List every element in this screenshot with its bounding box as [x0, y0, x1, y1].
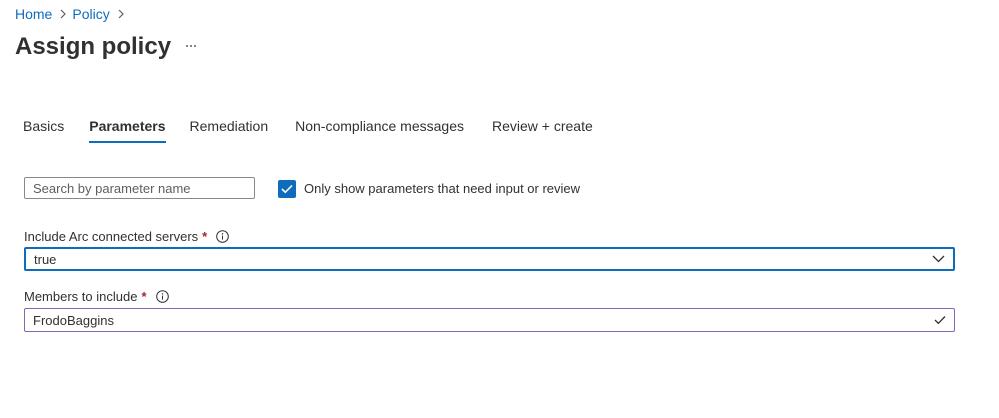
members-to-include-label: Members to include: [24, 289, 138, 304]
include-arc-servers-label-row: Include Arc connected servers *: [24, 228, 230, 245]
checkmark-icon: [281, 184, 293, 194]
chevron-down-icon: [932, 255, 945, 263]
include-arc-servers-dropdown[interactable]: true: [24, 247, 955, 271]
tab-basics[interactable]: Basics: [23, 117, 64, 141]
members-to-include-value: FrodoBaggins: [33, 312, 114, 328]
members-to-include-label-row: Members to include *: [24, 288, 169, 305]
include-arc-servers-label: Include Arc connected servers: [24, 229, 199, 244]
more-icon: [186, 45, 196, 47]
checkmark-icon: [934, 316, 946, 325]
page-title: Assign policy: [15, 33, 172, 60]
chevron-right-icon: [118, 9, 124, 19]
breadcrumb-home-link[interactable]: Home: [15, 5, 52, 23]
breadcrumb-policy-link[interactable]: Policy: [72, 5, 109, 23]
tab-review-create[interactable]: Review + create: [492, 117, 593, 141]
tab-non-compliance-messages[interactable]: Non-compliance messages: [295, 117, 464, 141]
required-indicator: *: [202, 229, 208, 244]
members-to-include-input[interactable]: FrodoBaggins: [24, 308, 955, 332]
only-show-needed-checkbox[interactable]: [278, 180, 296, 198]
tab-parameters[interactable]: Parameters: [89, 117, 166, 143]
parameter-search-input[interactable]: [24, 177, 255, 199]
include-arc-servers-value: true: [34, 251, 57, 267]
breadcrumb: Home Policy: [15, 5, 130, 23]
required-indicator: *: [141, 289, 147, 304]
tab-strip: Basics Parameters Remediation Non-compli…: [23, 117, 593, 143]
only-show-needed-toggle[interactable]: Only show parameters that need input or …: [278, 180, 580, 198]
only-show-needed-label: Only show parameters that need input or …: [304, 181, 581, 196]
info-icon[interactable]: [216, 230, 230, 243]
chevron-right-icon: [60, 9, 67, 19]
tab-remediation[interactable]: Remediation: [190, 117, 269, 141]
more-options-button[interactable]: [182, 36, 200, 56]
info-icon[interactable]: [155, 290, 169, 303]
